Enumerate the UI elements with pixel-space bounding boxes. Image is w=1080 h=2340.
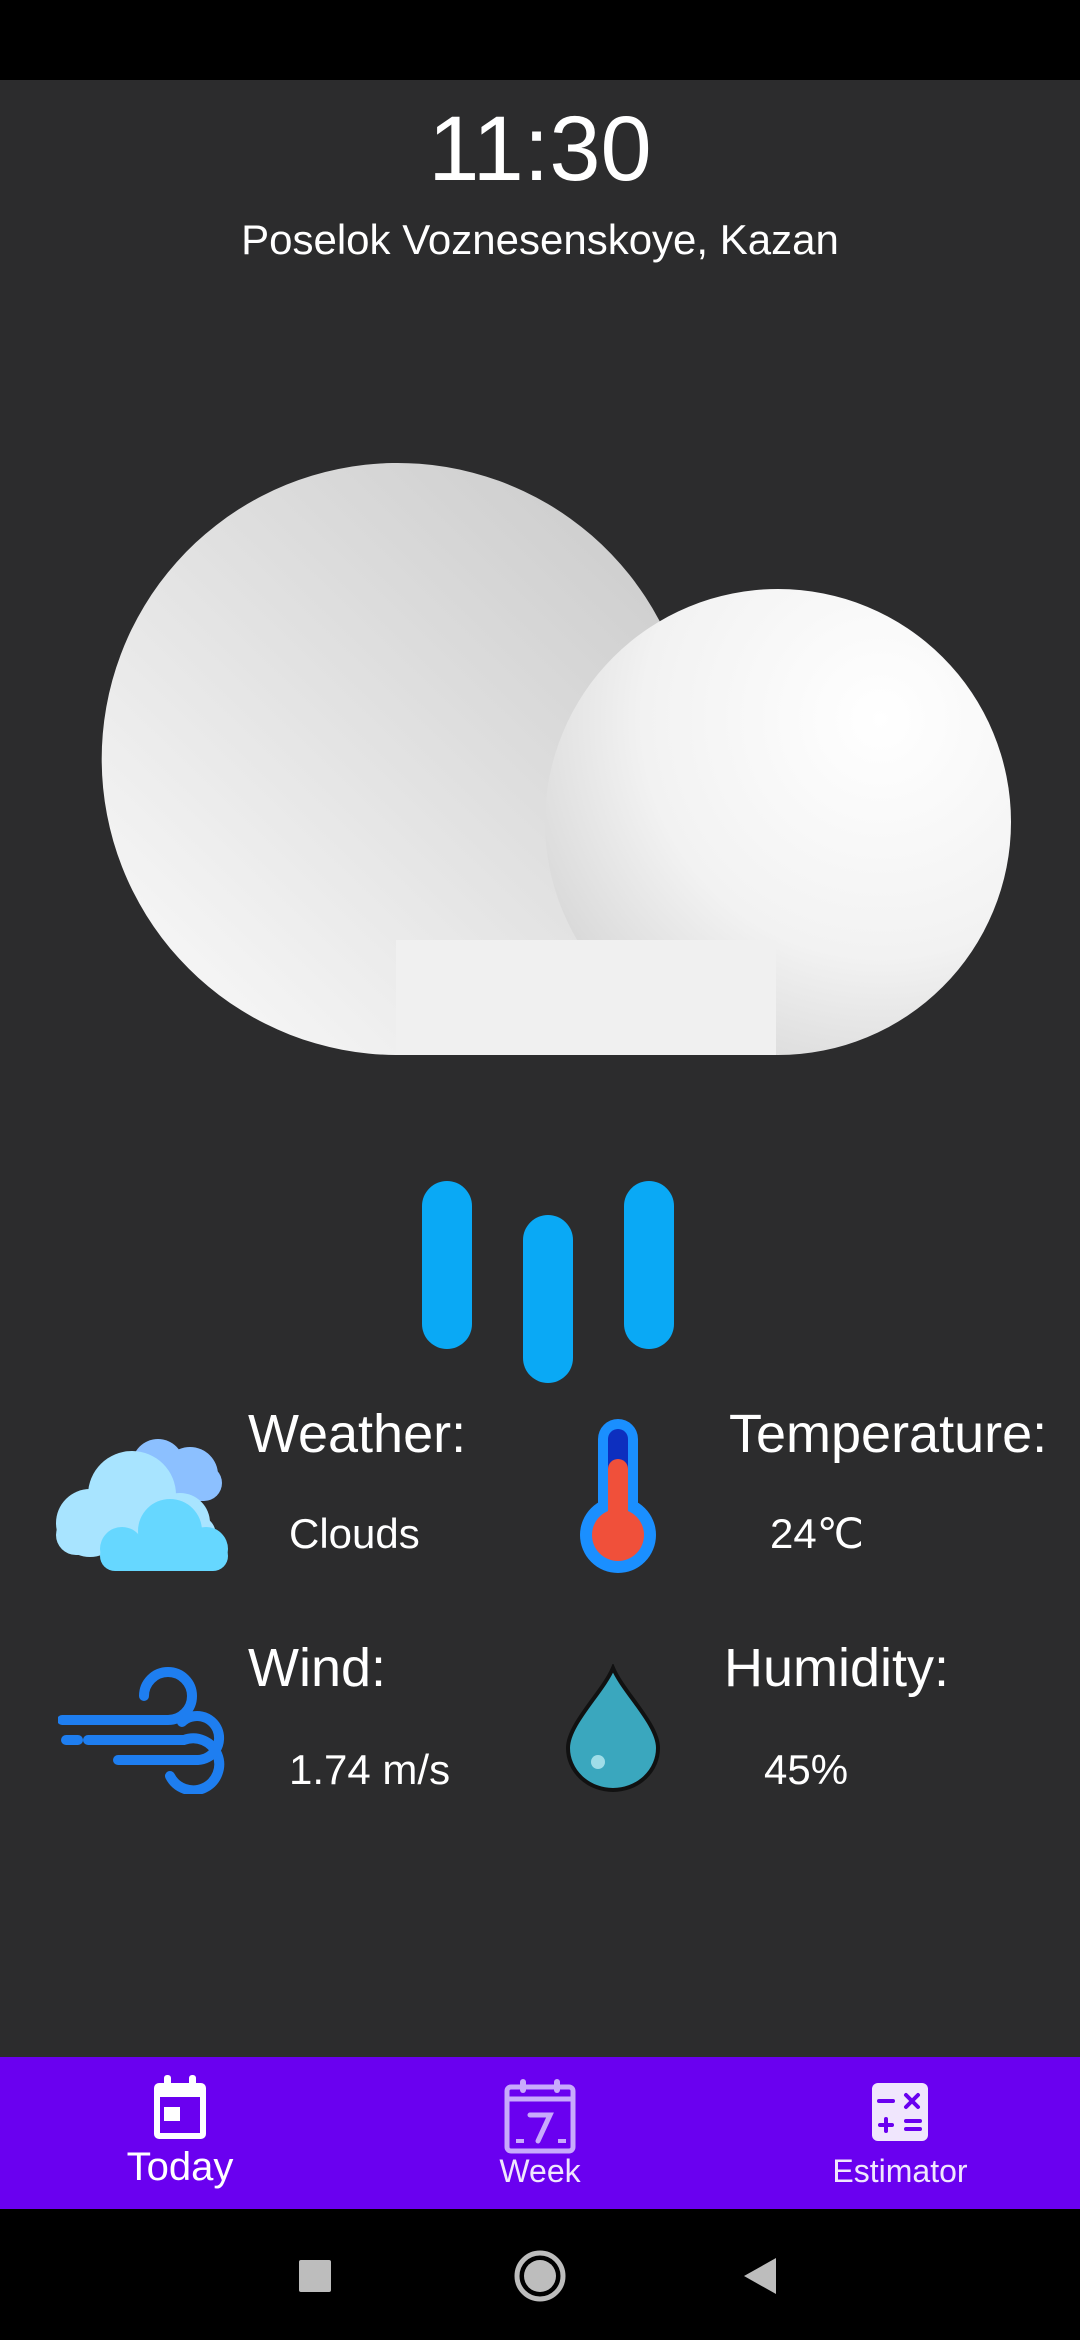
nav-label-today: Today xyxy=(126,2145,234,2189)
recents-square-icon[interactable] xyxy=(298,2259,332,2293)
bottom-navigation: Today Week Estimator xyxy=(0,2057,1080,2209)
calculator-icon xyxy=(872,2083,928,2141)
humidity-label: Humidity: xyxy=(724,1638,950,1698)
calendar-week-icon xyxy=(504,2079,576,2154)
back-triangle-icon[interactable] xyxy=(742,2256,778,2296)
nav-item-week[interactable]: Week xyxy=(360,2057,720,2209)
system-navigation-bar xyxy=(0,2209,1080,2340)
wind-label: Wind: xyxy=(248,1638,387,1698)
temperature-label: Temperature: xyxy=(729,1404,1048,1464)
clouds-icon xyxy=(56,1439,228,1571)
temperature-value: 24℃ xyxy=(770,1510,864,1557)
home-circle-icon[interactable] xyxy=(513,2249,567,2303)
nav-label-estimator: Estimator xyxy=(832,2153,968,2189)
nav-item-estimator[interactable]: Estimator xyxy=(720,2057,1080,2209)
phone-screen: 11:30 Poselok Voznesenskoye, Kazan Weath… xyxy=(0,0,1080,2340)
thermometer-icon xyxy=(580,1419,656,1573)
status-bar xyxy=(0,0,1080,80)
wind-value: 1.74 m/s xyxy=(289,1746,451,1793)
nav-label-week: Week xyxy=(499,2153,581,2189)
water-drop-icon xyxy=(565,1664,661,1792)
wind-icon xyxy=(58,1667,225,1794)
weather-value: Clouds xyxy=(289,1510,420,1557)
humidity-value: 45% xyxy=(764,1746,849,1793)
calendar-today-icon xyxy=(154,2075,206,2139)
cloud-rain-icon xyxy=(101,463,1011,1383)
location-name: Poselok Voznesenskoye, Kazan xyxy=(241,216,839,263)
current-time: 11:30 xyxy=(428,98,652,200)
today-weather-screen: 11:30 Poselok Voznesenskoye, Kazan Weath… xyxy=(0,80,1080,2057)
weather-label: Weather: xyxy=(248,1404,467,1464)
nav-item-today[interactable]: Today xyxy=(0,2057,360,2209)
